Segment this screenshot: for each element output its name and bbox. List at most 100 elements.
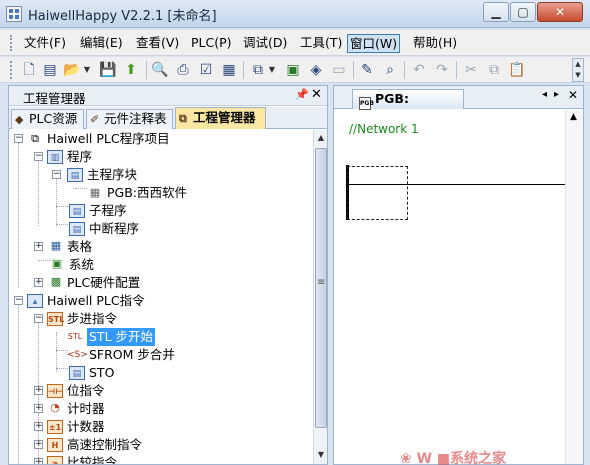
tab-component-comments[interactable]: ✐ 元件注释表 (86, 109, 173, 129)
check-icon[interactable]: ☑ (197, 61, 215, 79)
menu-file[interactable]: 文件(F) (22, 34, 68, 53)
open-folder-icon[interactable]: ▤ (41, 61, 59, 79)
open-folder-icon[interactable]: 📂 (63, 61, 81, 79)
tree-item-bit[interactable]: + ⊣⊢ 位指令 (9, 382, 309, 400)
menu-plc[interactable]: PLC(P) (189, 34, 234, 53)
scroll-thumb[interactable] (315, 148, 327, 428)
editor-scrollbar[interactable]: ▲ (565, 110, 583, 464)
tab-plc-resources[interactable]: ◆ PLC资源 (11, 109, 84, 129)
binoculars-icon[interactable]: ⌕ (381, 61, 399, 79)
monitor-icon[interactable]: ◈ (307, 61, 325, 79)
tree-item-step-instructions[interactable]: − STL 步进指令 (9, 310, 309, 328)
edit-icon[interactable]: ✎ (358, 61, 376, 79)
tree-label: Haiwell PLC程序项目 (47, 131, 170, 146)
print-icon[interactable]: ⎙ (174, 61, 192, 79)
tree-item-program[interactable]: − ▥ 程序 (9, 148, 309, 166)
stl-start-icon: STL (67, 332, 83, 341)
ladder-cursor[interactable] (347, 166, 408, 220)
copy-icon[interactable]: ⧉ (485, 61, 503, 79)
tree-label: 子程序 (89, 203, 127, 218)
close-editor-icon[interactable]: ✕ (568, 88, 578, 102)
expand-icon[interactable]: + (34, 278, 43, 287)
tree-item-highspeed[interactable]: + H 高速控制指令 (9, 436, 309, 454)
upload-icon[interactable]: ⬆ (122, 61, 140, 79)
toolbar-separator (404, 61, 405, 79)
tree-label: 位指令 (67, 383, 105, 398)
expand-icon[interactable]: + (34, 458, 43, 464)
panel-title: 工程管理器 (23, 91, 86, 106)
menu-edit[interactable]: 编辑(E) (78, 34, 125, 53)
tree-item-counter[interactable]: + ±1 计数器 (9, 418, 309, 436)
menu-view[interactable]: 查看(V) (134, 34, 181, 53)
open-dropdown-icon[interactable]: ▼ (83, 62, 91, 78)
menu-window[interactable]: 窗口(W) (347, 34, 401, 53)
print-preview-icon[interactable]: 🔍 (151, 61, 169, 79)
collapse-icon[interactable]: − (14, 296, 23, 305)
expand-icon[interactable]: + (34, 422, 43, 431)
new-file-icon[interactable]: 🗋 (20, 61, 38, 79)
expand-icon[interactable]: + (34, 386, 43, 395)
editor-tab-pgb[interactable]: PGBPGB: (352, 89, 464, 110)
menu-help[interactable]: 帮助(H) (411, 34, 459, 53)
tree-item-pgb[interactable]: ▦ PGB:西西软件 (9, 184, 309, 202)
close-icon[interactable]: ✕ (311, 87, 322, 102)
timer-icon: ◔ (50, 401, 60, 414)
download-plc-icon[interactable]: ▣ (284, 61, 302, 79)
tree-item-hardware[interactable]: + ▩ PLC硬件配置 (9, 274, 309, 292)
cut-icon[interactable]: ✂ (462, 61, 480, 79)
toolbar-overflow-button[interactable]: ▲ ▼ (572, 58, 584, 82)
compare-icon: ≥ (47, 456, 63, 464)
project-tree: − ⧉ Haiwell PLC程序项目 − ▥ 程序 − ▤ 主程序块 ▦ PG… (9, 130, 312, 464)
plc-connect-icon[interactable]: ⧉ (249, 61, 267, 79)
collapse-icon[interactable]: − (14, 134, 23, 143)
tree-item-compare[interactable]: + ≥ 比较指令 (9, 454, 309, 464)
highspeed-icon: H (47, 438, 63, 452)
save-icon[interactable]: 💾 (99, 61, 117, 79)
tree-scrollbar[interactable]: ▲ ▼ (313, 130, 327, 464)
plc-dropdown-icon[interactable]: ▼ (268, 62, 276, 78)
tree-item-timer[interactable]: + ◔ 计时器 (9, 400, 309, 418)
tree-item-instructions[interactable]: − ▴ Haiwell PLC指令 (9, 292, 309, 310)
scroll-up-icon[interactable]: ▲ (315, 131, 327, 145)
menu-tools[interactable]: 工具(T) (298, 34, 344, 53)
tree-item-table[interactable]: + ▦ 表格 (9, 238, 309, 256)
menu-bar: 文件(F) 编辑(E) 查看(V) PLC(P) 调试(D) 工具(T) 窗口(… (0, 30, 590, 56)
panel-tabs: ◆ PLC资源 ✐ 元件注释表 ⧉ 工程管理器 (9, 107, 327, 129)
tree-item-sto[interactable]: ▤ STO (9, 364, 309, 382)
chart-icon[interactable]: ▦ (220, 61, 238, 79)
tree-label: Haiwell PLC指令 (47, 293, 145, 308)
close-button[interactable]: ✕ (537, 2, 583, 22)
undo-icon[interactable]: ↶ (410, 61, 428, 79)
tree-item-interrupt[interactable]: ▤ 中断程序 (9, 220, 309, 238)
stl-icon: STL (47, 312, 64, 326)
tree-item-project[interactable]: − ⧉ Haiwell PLC程序项目 (9, 130, 309, 148)
menu-grip[interactable] (10, 35, 13, 51)
collapse-icon[interactable]: − (52, 170, 61, 179)
tree-item-main-block[interactable]: − ▤ 主程序块 (9, 166, 309, 184)
menu-debug[interactable]: 调试(D) (241, 34, 289, 53)
scroll-down-icon[interactable]: ▼ (315, 448, 327, 462)
scroll-left-icon[interactable]: ◂ (542, 89, 547, 100)
pin-icon[interactable]: 📌 (295, 88, 309, 101)
expand-icon[interactable]: + (34, 404, 43, 413)
tree-item-sfrom[interactable]: <S> SFROM 步合并 (9, 346, 309, 364)
compile-icon[interactable]: ▭ (330, 61, 348, 79)
maximize-button[interactable]: ▢ (510, 2, 536, 22)
toolbar-grip[interactable] (10, 61, 13, 79)
collapse-icon[interactable]: − (34, 314, 43, 323)
tree-item-system[interactable]: ▣ 系统 (9, 256, 309, 274)
collapse-icon[interactable]: − (34, 152, 43, 161)
tree-item-subprogram[interactable]: ▤ 子程序 (9, 202, 309, 220)
expand-icon[interactable]: + (34, 242, 43, 251)
tree-item-stl-start[interactable]: STL STL 步开始 (9, 328, 309, 346)
tree-label: 表格 (67, 239, 93, 254)
scroll-up-icon[interactable]: ▲ (570, 112, 577, 122)
tab-project-manager[interactable]: ⧉ 工程管理器 (175, 107, 266, 129)
program-icon: ▥ (47, 150, 63, 164)
scroll-right-icon[interactable]: ▸ (554, 89, 559, 100)
paste-icon[interactable]: 📋 (508, 61, 526, 79)
redo-icon[interactable]: ↷ (433, 61, 451, 79)
title-bar: HaiwellHappy V2.2.1 [未命名] ▁ ▢ ✕ (0, 0, 590, 28)
expand-icon[interactable]: + (34, 440, 43, 449)
minimize-button[interactable]: ▁ (483, 2, 509, 22)
